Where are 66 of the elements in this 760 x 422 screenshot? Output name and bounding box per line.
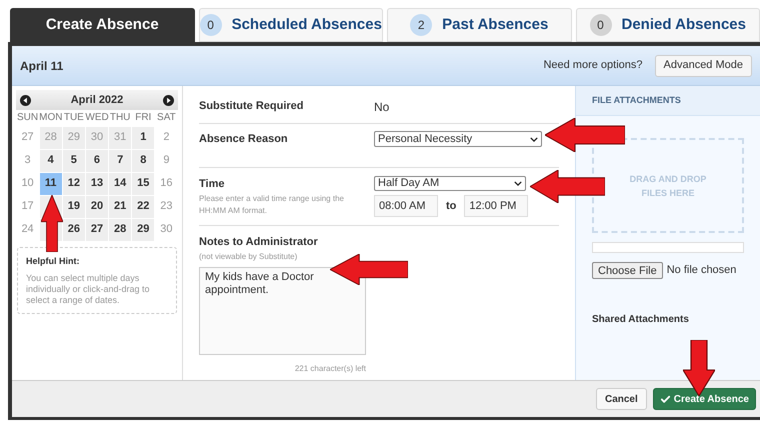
tab[interactable]: 0 Denied Absences bbox=[576, 8, 760, 42]
next-month-icon[interactable] bbox=[163, 94, 174, 106]
calendar-day[interactable]: 27 bbox=[86, 218, 108, 240]
tab[interactable]: 2 Past Absences bbox=[387, 8, 572, 42]
advanced-mode-button[interactable]: Advanced Mode bbox=[654, 54, 752, 76]
calendar-day[interactable]: 14 bbox=[109, 172, 132, 194]
calendar-day[interactable]: 28 bbox=[109, 218, 132, 240]
weekday-label: FRI bbox=[134, 111, 152, 125]
weekday-label: MON bbox=[39, 111, 62, 125]
calendar-day[interactable]: 29 bbox=[132, 218, 154, 240]
attachments-header: FILE ATTACHMENTS bbox=[576, 86, 760, 116]
hint-text: You can select multiple days individually or click-and-drag to select a range of dates. bbox=[26, 272, 151, 306]
to-label: to bbox=[446, 198, 456, 214]
calendar-day[interactable]: 21 bbox=[109, 196, 132, 218]
create-absence-button[interactable]: Create Absence bbox=[652, 388, 756, 410]
calendar-day[interactable]: 7 bbox=[109, 150, 132, 172]
field-label: Substitute Required bbox=[199, 99, 305, 114]
field-label: Time bbox=[199, 177, 226, 192]
notes-field[interactable]: My kids have a Doctor appointment. bbox=[199, 266, 366, 354]
weekday-label: SUN bbox=[16, 111, 40, 125]
calendar-day[interactable]: 8 bbox=[132, 150, 154, 172]
header-title: April 11 bbox=[20, 58, 64, 74]
annotation-arrow bbox=[683, 340, 715, 396]
count-badge: 0 bbox=[200, 14, 222, 36]
calendar-day[interactable]: 6 bbox=[86, 150, 108, 172]
time-help: Please enter a valid time range using the HH:MM AM format. bbox=[199, 192, 345, 216]
calendar-month: April 2022 bbox=[70, 92, 124, 108]
field-label: Notes to Administrator bbox=[199, 235, 319, 250]
calendar-day[interactable]: 12 bbox=[62, 172, 85, 194]
calendar-day[interactable]: 26 bbox=[62, 218, 85, 240]
shared-attachments-title: Shared Attachments bbox=[592, 313, 690, 327]
count-badge: 2 bbox=[410, 14, 432, 36]
calendar-day[interactable]: 15 bbox=[132, 172, 154, 194]
previous-month-icon[interactable] bbox=[20, 94, 31, 106]
calendar-day[interactable]: 13 bbox=[86, 172, 108, 194]
end-time-field[interactable]: 12:00 PM bbox=[464, 195, 528, 217]
weekday-label: WED bbox=[85, 111, 109, 125]
options-hint: Need more options? bbox=[543, 58, 642, 74]
calendar-day[interactable]: 22 bbox=[132, 196, 154, 218]
check-icon bbox=[660, 394, 671, 404]
file-status: No file chosen bbox=[666, 263, 736, 278]
chevron-down-icon bbox=[514, 181, 522, 186]
cancel-button[interactable]: Cancel bbox=[596, 388, 647, 410]
chevron-down-icon bbox=[530, 136, 538, 142]
weekday-label: SAT bbox=[156, 111, 177, 125]
tab[interactable]: 0 Scheduled Absences bbox=[198, 8, 383, 42]
calendar-day[interactable]: 5 bbox=[62, 150, 85, 172]
hint-title: Helpful Hint: bbox=[26, 255, 80, 268]
count-badge: 0 bbox=[590, 14, 612, 36]
calendar-day[interactable]: 11 bbox=[40, 172, 62, 194]
weekday-label: THU bbox=[108, 111, 132, 125]
calendar-day[interactable]: 20 bbox=[86, 196, 108, 218]
calendar-day[interactable]: 4 bbox=[40, 150, 62, 172]
time-dropdown[interactable]: Half Day AM bbox=[374, 176, 526, 191]
calendar-day[interactable]: 19 bbox=[62, 196, 85, 218]
substitute-value: No bbox=[374, 99, 390, 116]
weekday-label: TUE bbox=[62, 111, 85, 125]
field-label: Absence Reason bbox=[199, 132, 289, 147]
notes-subtitle: (not viewable by Substitute) bbox=[199, 250, 298, 262]
calendar-day[interactable]: 1 bbox=[132, 126, 154, 148]
annotation-arrow bbox=[41, 195, 63, 252]
character-count: 221 character(s) left bbox=[294, 362, 366, 374]
choose-file-button[interactable]: Choose File bbox=[592, 262, 663, 279]
tab[interactable]: Create Absence bbox=[10, 8, 194, 42]
start-time-field[interactable]: 08:00 AM bbox=[374, 195, 438, 217]
reason-dropdown[interactable]: Personal Necessity bbox=[374, 131, 542, 147]
